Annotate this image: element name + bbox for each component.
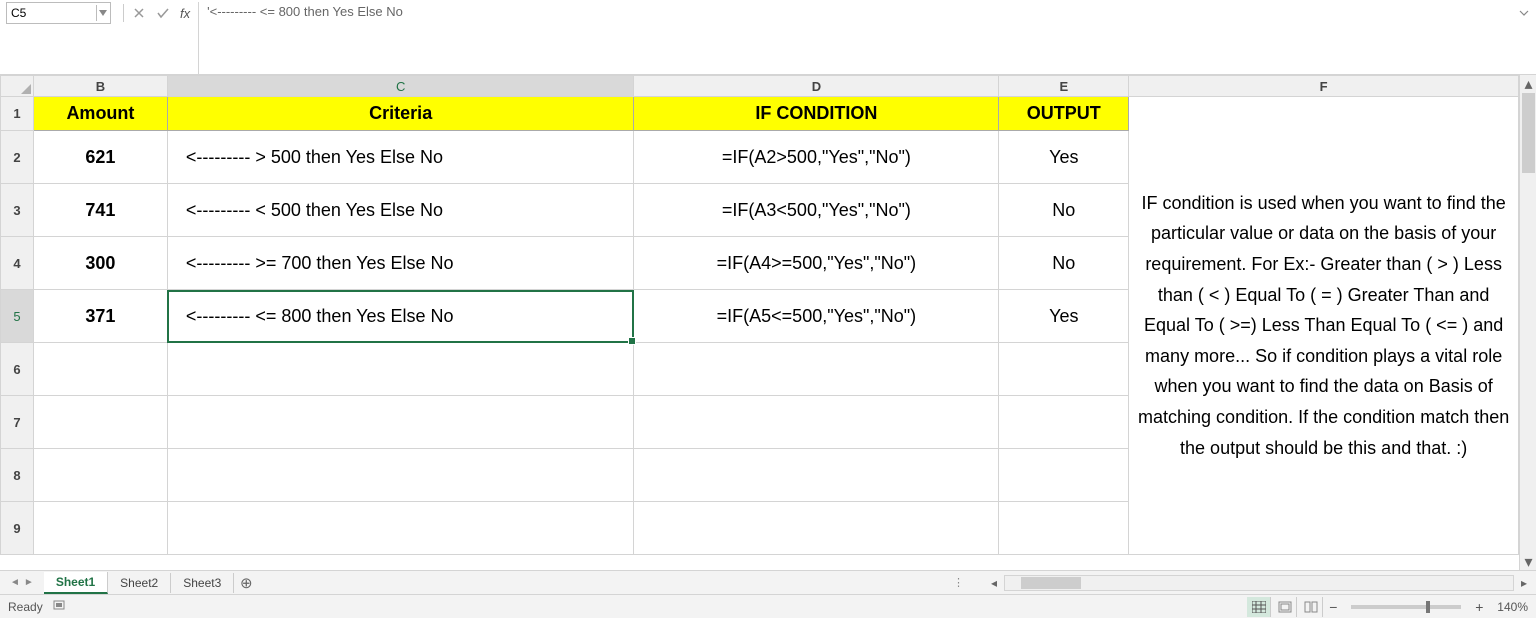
table-row[interactable]: 371 bbox=[33, 290, 167, 343]
row-header-6[interactable]: 6 bbox=[1, 343, 34, 396]
table-row[interactable]: <--------- < 500 then Yes Else No bbox=[167, 184, 634, 237]
hscroll-right-icon[interactable]: ▸ bbox=[1516, 575, 1532, 591]
tab-navigation[interactable]: ◄ ► bbox=[0, 577, 44, 588]
tab-prev-icon[interactable]: ◄ bbox=[10, 577, 20, 588]
row-header-7[interactable]: 7 bbox=[1, 396, 34, 449]
spreadsheet-grid[interactable]: B C D E F 1 Amount Criteria IF CONDITION… bbox=[0, 75, 1519, 570]
hscroll-split-icon[interactable]: ⋮ bbox=[953, 576, 964, 589]
table-row[interactable]: <--------- >= 700 then Yes Else No bbox=[167, 237, 634, 290]
view-pagebreak-icon[interactable] bbox=[1299, 597, 1323, 617]
empty-cell[interactable] bbox=[33, 343, 167, 396]
scrollbar-thumb[interactable] bbox=[1522, 93, 1535, 173]
empty-cell[interactable] bbox=[999, 502, 1129, 555]
row-header-2[interactable]: 2 bbox=[1, 131, 34, 184]
formula-input-area[interactable]: '<--------- <= 800 then Yes Else No bbox=[198, 2, 1536, 74]
fx-icon[interactable]: fx bbox=[180, 6, 190, 21]
col-header-E[interactable]: E bbox=[999, 76, 1129, 97]
status-ready: Ready bbox=[8, 600, 43, 614]
header-amount[interactable]: Amount bbox=[33, 97, 167, 131]
zoom-slider[interactable] bbox=[1351, 605, 1461, 609]
select-all-corner[interactable] bbox=[1, 76, 34, 97]
view-normal-icon[interactable] bbox=[1247, 597, 1271, 617]
table-row[interactable]: =IF(A5<=500,"Yes","No") bbox=[634, 290, 999, 343]
view-pagelayout-icon[interactable] bbox=[1273, 597, 1297, 617]
cancel-formula-icon[interactable] bbox=[130, 4, 148, 22]
table-row[interactable]: 741 bbox=[33, 184, 167, 237]
hscroll-thumb[interactable] bbox=[1021, 577, 1081, 589]
formula-buttons: fx bbox=[123, 2, 192, 24]
table-row[interactable]: =IF(A4>=500,"Yes","No") bbox=[634, 237, 999, 290]
header-ifcond[interactable]: IF CONDITION bbox=[634, 97, 999, 131]
table-row[interactable]: 621 bbox=[33, 131, 167, 184]
row-header-3[interactable]: 3 bbox=[1, 184, 34, 237]
empty-cell[interactable] bbox=[634, 449, 999, 502]
horizontal-scrollbar[interactable] bbox=[1004, 575, 1514, 591]
zoom-level[interactable]: 140% bbox=[1497, 600, 1528, 614]
scroll-down-icon[interactable]: ▾ bbox=[1520, 553, 1536, 570]
formula-input[interactable]: '<--------- <= 800 then Yes Else No bbox=[199, 2, 1536, 21]
table-row[interactable]: No bbox=[999, 237, 1129, 290]
sheet-tabs-bar: ◄ ► Sheet1 Sheet2 Sheet3 ⊕ ⋮ ◂ ▸ bbox=[0, 570, 1536, 594]
enter-formula-icon[interactable] bbox=[154, 4, 172, 22]
empty-cell[interactable] bbox=[999, 343, 1129, 396]
header-output[interactable]: OUTPUT bbox=[999, 97, 1129, 131]
sheet-tab-sheet2[interactable]: Sheet2 bbox=[108, 573, 171, 593]
add-sheet-icon[interactable]: ⊕ bbox=[234, 574, 258, 592]
row-header-8[interactable]: 8 bbox=[1, 449, 34, 502]
selected-cell[interactable]: <--------- <= 800 then Yes Else No bbox=[167, 290, 634, 343]
col-header-D[interactable]: D bbox=[634, 76, 999, 97]
zoom-slider-thumb[interactable] bbox=[1426, 601, 1430, 613]
row-header-5[interactable]: 5 bbox=[1, 290, 34, 343]
formula-expand-icon[interactable] bbox=[1518, 6, 1532, 20]
empty-cell[interactable] bbox=[634, 502, 999, 555]
empty-cell[interactable] bbox=[167, 343, 634, 396]
empty-cell[interactable] bbox=[33, 449, 167, 502]
scroll-up-icon[interactable]: ▴ bbox=[1520, 75, 1536, 92]
table-row[interactable]: No bbox=[999, 184, 1129, 237]
hscroll-left-icon[interactable]: ◂ bbox=[986, 575, 1002, 591]
table-row[interactable]: Yes bbox=[999, 131, 1129, 184]
row-header-1[interactable]: 1 bbox=[1, 97, 34, 131]
status-bar: Ready − + 140% bbox=[0, 594, 1536, 618]
col-header-C[interactable]: C bbox=[167, 76, 634, 97]
vertical-scrollbar[interactable]: ▴ ▾ bbox=[1519, 75, 1536, 570]
table-row[interactable]: =IF(A3<500,"Yes","No") bbox=[634, 184, 999, 237]
col-header-F[interactable]: F bbox=[1129, 76, 1519, 97]
sheet-tab-sheet1[interactable]: Sheet1 bbox=[44, 572, 108, 594]
name-box[interactable]: C5 bbox=[6, 2, 111, 24]
empty-cell[interactable] bbox=[999, 396, 1129, 449]
col-header-B[interactable]: B bbox=[33, 76, 167, 97]
empty-cell[interactable] bbox=[634, 396, 999, 449]
table-row[interactable]: <--------- > 500 then Yes Else No bbox=[167, 131, 634, 184]
empty-cell[interactable] bbox=[167, 502, 634, 555]
header-criteria[interactable]: Criteria bbox=[167, 97, 634, 131]
zoom-out-button[interactable]: − bbox=[1325, 599, 1341, 615]
cell-reference: C5 bbox=[11, 6, 26, 20]
empty-cell[interactable] bbox=[999, 449, 1129, 502]
sheet-tab-sheet3[interactable]: Sheet3 bbox=[171, 573, 234, 593]
table-row[interactable]: =IF(A2>500,"Yes","No") bbox=[634, 131, 999, 184]
zoom-in-button[interactable]: + bbox=[1471, 599, 1487, 615]
table-row[interactable]: 300 bbox=[33, 237, 167, 290]
empty-cell[interactable] bbox=[33, 396, 167, 449]
macro-record-icon[interactable] bbox=[53, 598, 69, 615]
empty-cell[interactable] bbox=[167, 449, 634, 502]
notes-cell[interactable]: IF condition is used when you want to fi… bbox=[1129, 97, 1519, 555]
row-header-4[interactable]: 4 bbox=[1, 237, 34, 290]
empty-cell[interactable] bbox=[634, 343, 999, 396]
tab-next-icon[interactable]: ► bbox=[24, 577, 34, 588]
row-header-9[interactable]: 9 bbox=[1, 502, 34, 555]
empty-cell[interactable] bbox=[167, 396, 634, 449]
empty-cell[interactable] bbox=[33, 502, 167, 555]
table-row[interactable]: Yes bbox=[999, 290, 1129, 343]
formula-bar: C5 fx '<--------- <= 800 then Yes Else N… bbox=[0, 0, 1536, 75]
name-box-dropdown-icon[interactable] bbox=[96, 5, 108, 21]
